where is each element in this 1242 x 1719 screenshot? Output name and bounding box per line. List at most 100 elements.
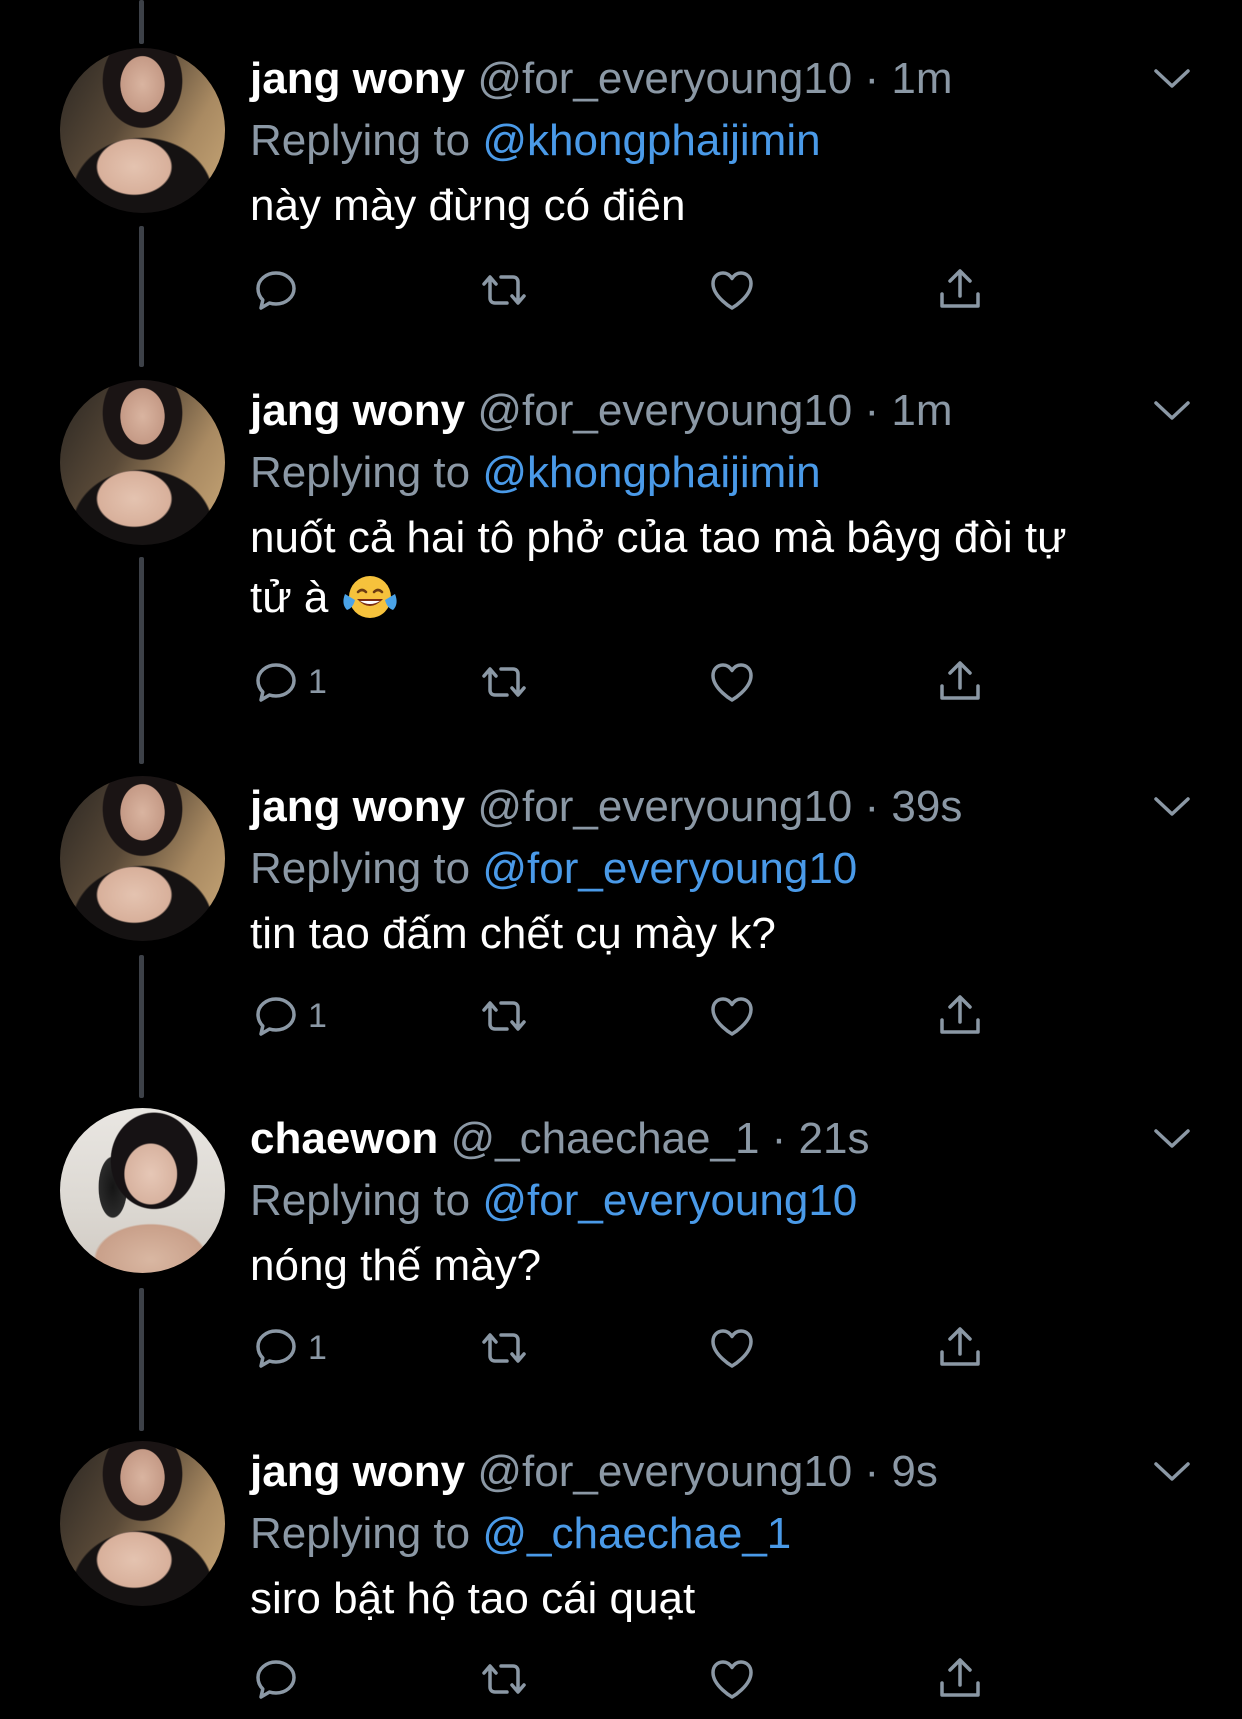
like-icon bbox=[711, 997, 753, 1036]
timestamp[interactable]: 39s bbox=[891, 782, 962, 831]
share-icon bbox=[940, 269, 980, 308]
avatar[interactable] bbox=[60, 1441, 225, 1606]
share-button[interactable] bbox=[934, 652, 986, 712]
user-handle[interactable]: @for_everyoung10 bbox=[477, 782, 852, 831]
timestamp[interactable]: 1m bbox=[891, 386, 952, 435]
retweet-button[interactable] bbox=[478, 652, 530, 712]
replying-label: Replying to bbox=[250, 448, 471, 497]
tweet-header: jang wony @for_everyoung10 · 9s bbox=[250, 1441, 1202, 1503]
reply-button[interactable] bbox=[250, 1649, 308, 1709]
replying-to-handle[interactable]: @khongphaijimin bbox=[482, 448, 820, 497]
retweet-icon bbox=[482, 667, 526, 697]
like-button[interactable] bbox=[706, 1649, 758, 1709]
retweet-button[interactable] bbox=[478, 986, 530, 1046]
tweet-text-line: tử à bbox=[250, 568, 1202, 628]
timestamp[interactable]: 21s bbox=[799, 1114, 870, 1163]
share-button[interactable] bbox=[934, 260, 986, 320]
thread-line bbox=[139, 0, 144, 44]
retweet-icon bbox=[482, 1001, 526, 1031]
timestamp[interactable]: 1m bbox=[891, 54, 952, 103]
display-name[interactable]: jang wony bbox=[250, 386, 465, 435]
user-handle[interactable]: @for_everyoung10 bbox=[477, 1447, 852, 1496]
replying-label: Replying to bbox=[250, 844, 471, 893]
retweet-button[interactable] bbox=[478, 260, 530, 320]
tweet-text-line: nuốt cả hai tô phở của tao mà bâyg đòi t… bbox=[250, 513, 1067, 562]
chevron-down-icon[interactable] bbox=[1152, 1126, 1192, 1152]
tweet[interactable]: jang wony @for_everyoung10 · 9s Replying… bbox=[0, 1441, 1242, 1719]
replying-label: Replying to bbox=[250, 1176, 471, 1225]
like-button[interactable] bbox=[706, 260, 758, 320]
tweet-actions: 1 bbox=[250, 652, 1010, 712]
tweet-actions bbox=[250, 260, 1010, 320]
display-name[interactable]: jang wony bbox=[250, 54, 465, 103]
replying-to-handle[interactable]: @_chaechae_1 bbox=[482, 1509, 791, 1558]
display-name[interactable]: jang wony bbox=[250, 1447, 465, 1496]
reply-button[interactable]: 1 bbox=[250, 1318, 327, 1378]
chevron-down-icon[interactable] bbox=[1152, 398, 1192, 424]
replying-to-handle[interactable]: @for_everyoung10 bbox=[482, 844, 857, 893]
reply-icon bbox=[256, 1329, 296, 1368]
reply-button[interactable]: 1 bbox=[250, 652, 327, 712]
replying-to: Replying to @for_everyoung10 bbox=[250, 838, 1202, 900]
user-handle[interactable]: @for_everyoung10 bbox=[477, 54, 852, 103]
share-button[interactable] bbox=[934, 1649, 986, 1709]
like-icon bbox=[711, 1660, 753, 1699]
reply-button[interactable] bbox=[250, 260, 308, 320]
chevron-down-icon[interactable] bbox=[1152, 66, 1192, 92]
retweet-icon bbox=[482, 275, 526, 305]
replying-to-handle[interactable]: @for_everyoung10 bbox=[482, 1176, 857, 1225]
like-button[interactable] bbox=[706, 986, 758, 1046]
reply-icon bbox=[256, 663, 296, 702]
tweet-actions: 1 bbox=[250, 986, 1010, 1046]
tweet[interactable]: chaewon @_chaechae_1 · 21s Replying to @… bbox=[0, 1108, 1242, 1398]
share-icon bbox=[940, 661, 980, 700]
avatar[interactable] bbox=[60, 380, 225, 545]
tweet-content: jang wony @for_everyoung10 · 1m Replying… bbox=[250, 380, 1202, 628]
display-name[interactable]: chaewon bbox=[250, 1114, 438, 1163]
reply-button[interactable]: 1 bbox=[250, 986, 327, 1046]
face-with-tears-of-joy-icon bbox=[343, 576, 397, 618]
tweet-header: jang wony @for_everyoung10 · 39s bbox=[250, 776, 1202, 838]
like-button[interactable] bbox=[706, 1318, 758, 1378]
retweet-button[interactable] bbox=[478, 1318, 530, 1378]
replying-to: Replying to @khongphaijimin bbox=[250, 110, 1202, 172]
tweet-header: jang wony @for_everyoung10 · 1m bbox=[250, 48, 1202, 110]
like-icon bbox=[711, 1329, 753, 1368]
retweet-button[interactable] bbox=[478, 1649, 530, 1709]
replying-label: Replying to bbox=[250, 1509, 471, 1558]
like-icon bbox=[711, 271, 753, 310]
user-handle[interactable]: @_chaechae_1 bbox=[451, 1114, 760, 1163]
timestamp[interactable]: 9s bbox=[891, 1447, 937, 1496]
like-button[interactable] bbox=[706, 652, 758, 712]
separator-dot: · bbox=[864, 386, 880, 435]
tweet-text-fragment: tử à bbox=[250, 573, 329, 622]
avatar[interactable] bbox=[60, 1108, 225, 1273]
avatar[interactable] bbox=[60, 776, 225, 941]
share-button[interactable] bbox=[934, 986, 986, 1046]
tweet-text: siro bật hộ tao cái quạt bbox=[250, 1574, 696, 1623]
reply-count: 1 bbox=[308, 996, 327, 1035]
display-name[interactable]: jang wony bbox=[250, 782, 465, 831]
tweet[interactable]: jang wony @for_everyoung10 · 1m Replying… bbox=[0, 380, 1242, 730]
replying-label: Replying to bbox=[250, 116, 471, 165]
chevron-down-icon[interactable] bbox=[1152, 794, 1192, 820]
tweet-content: jang wony @for_everyoung10 · 39s Replyin… bbox=[250, 776, 1202, 964]
tweet-header: chaewon @_chaechae_1 · 21s bbox=[250, 1108, 1202, 1170]
share-icon bbox=[940, 1327, 980, 1366]
tweet-text: nóng thế mày? bbox=[250, 1241, 542, 1290]
user-handle[interactable]: @for_everyoung10 bbox=[477, 386, 852, 435]
tweet[interactable]: jang wony @for_everyoung10 · 39s Replyin… bbox=[0, 776, 1242, 1066]
replying-to: Replying to @_chaechae_1 bbox=[250, 1503, 1202, 1565]
chevron-down-icon[interactable] bbox=[1152, 1459, 1192, 1485]
avatar[interactable] bbox=[60, 48, 225, 213]
share-button[interactable] bbox=[934, 1318, 986, 1378]
reply-icon bbox=[256, 271, 296, 310]
share-icon bbox=[940, 995, 980, 1034]
replying-to-handle[interactable]: @khongphaijimin bbox=[482, 116, 820, 165]
tweet[interactable]: jang wony @for_everyoung10 · 1m Replying… bbox=[0, 48, 1242, 338]
tweet-text: này mày đừng có điên bbox=[250, 181, 686, 230]
share-icon bbox=[940, 1658, 980, 1697]
tweet-text: tin tao đấm chết cụ mày k? bbox=[250, 909, 776, 958]
reply-count: 1 bbox=[308, 662, 327, 701]
separator-dot: · bbox=[864, 54, 880, 103]
